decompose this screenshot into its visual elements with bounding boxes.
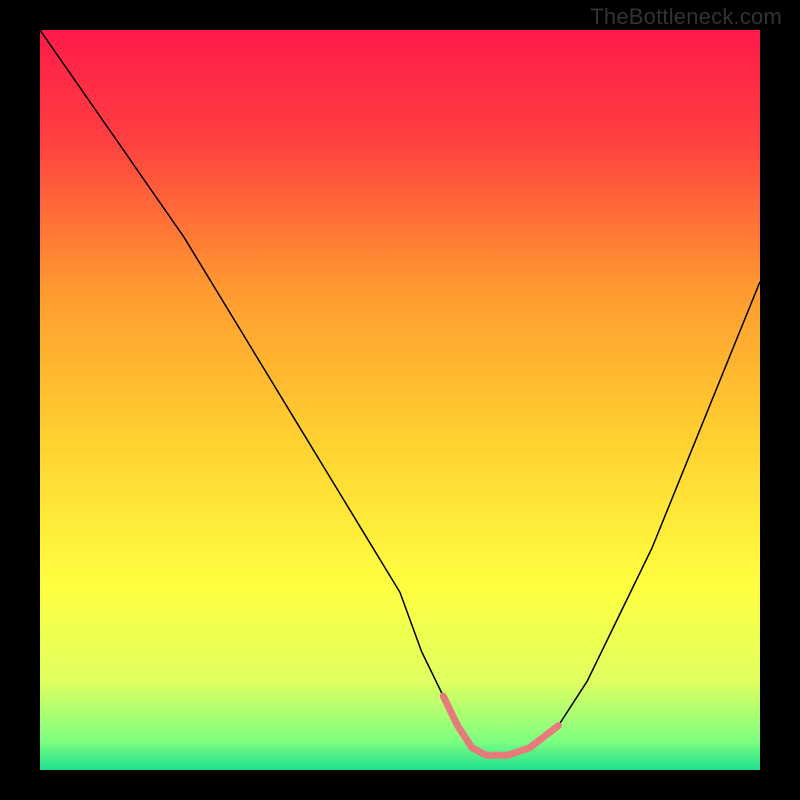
chart-svg	[40, 30, 760, 770]
watermark-label: TheBottleneck.com	[590, 4, 782, 30]
chart-canvas	[40, 30, 760, 770]
gradient-background	[40, 30, 760, 770]
